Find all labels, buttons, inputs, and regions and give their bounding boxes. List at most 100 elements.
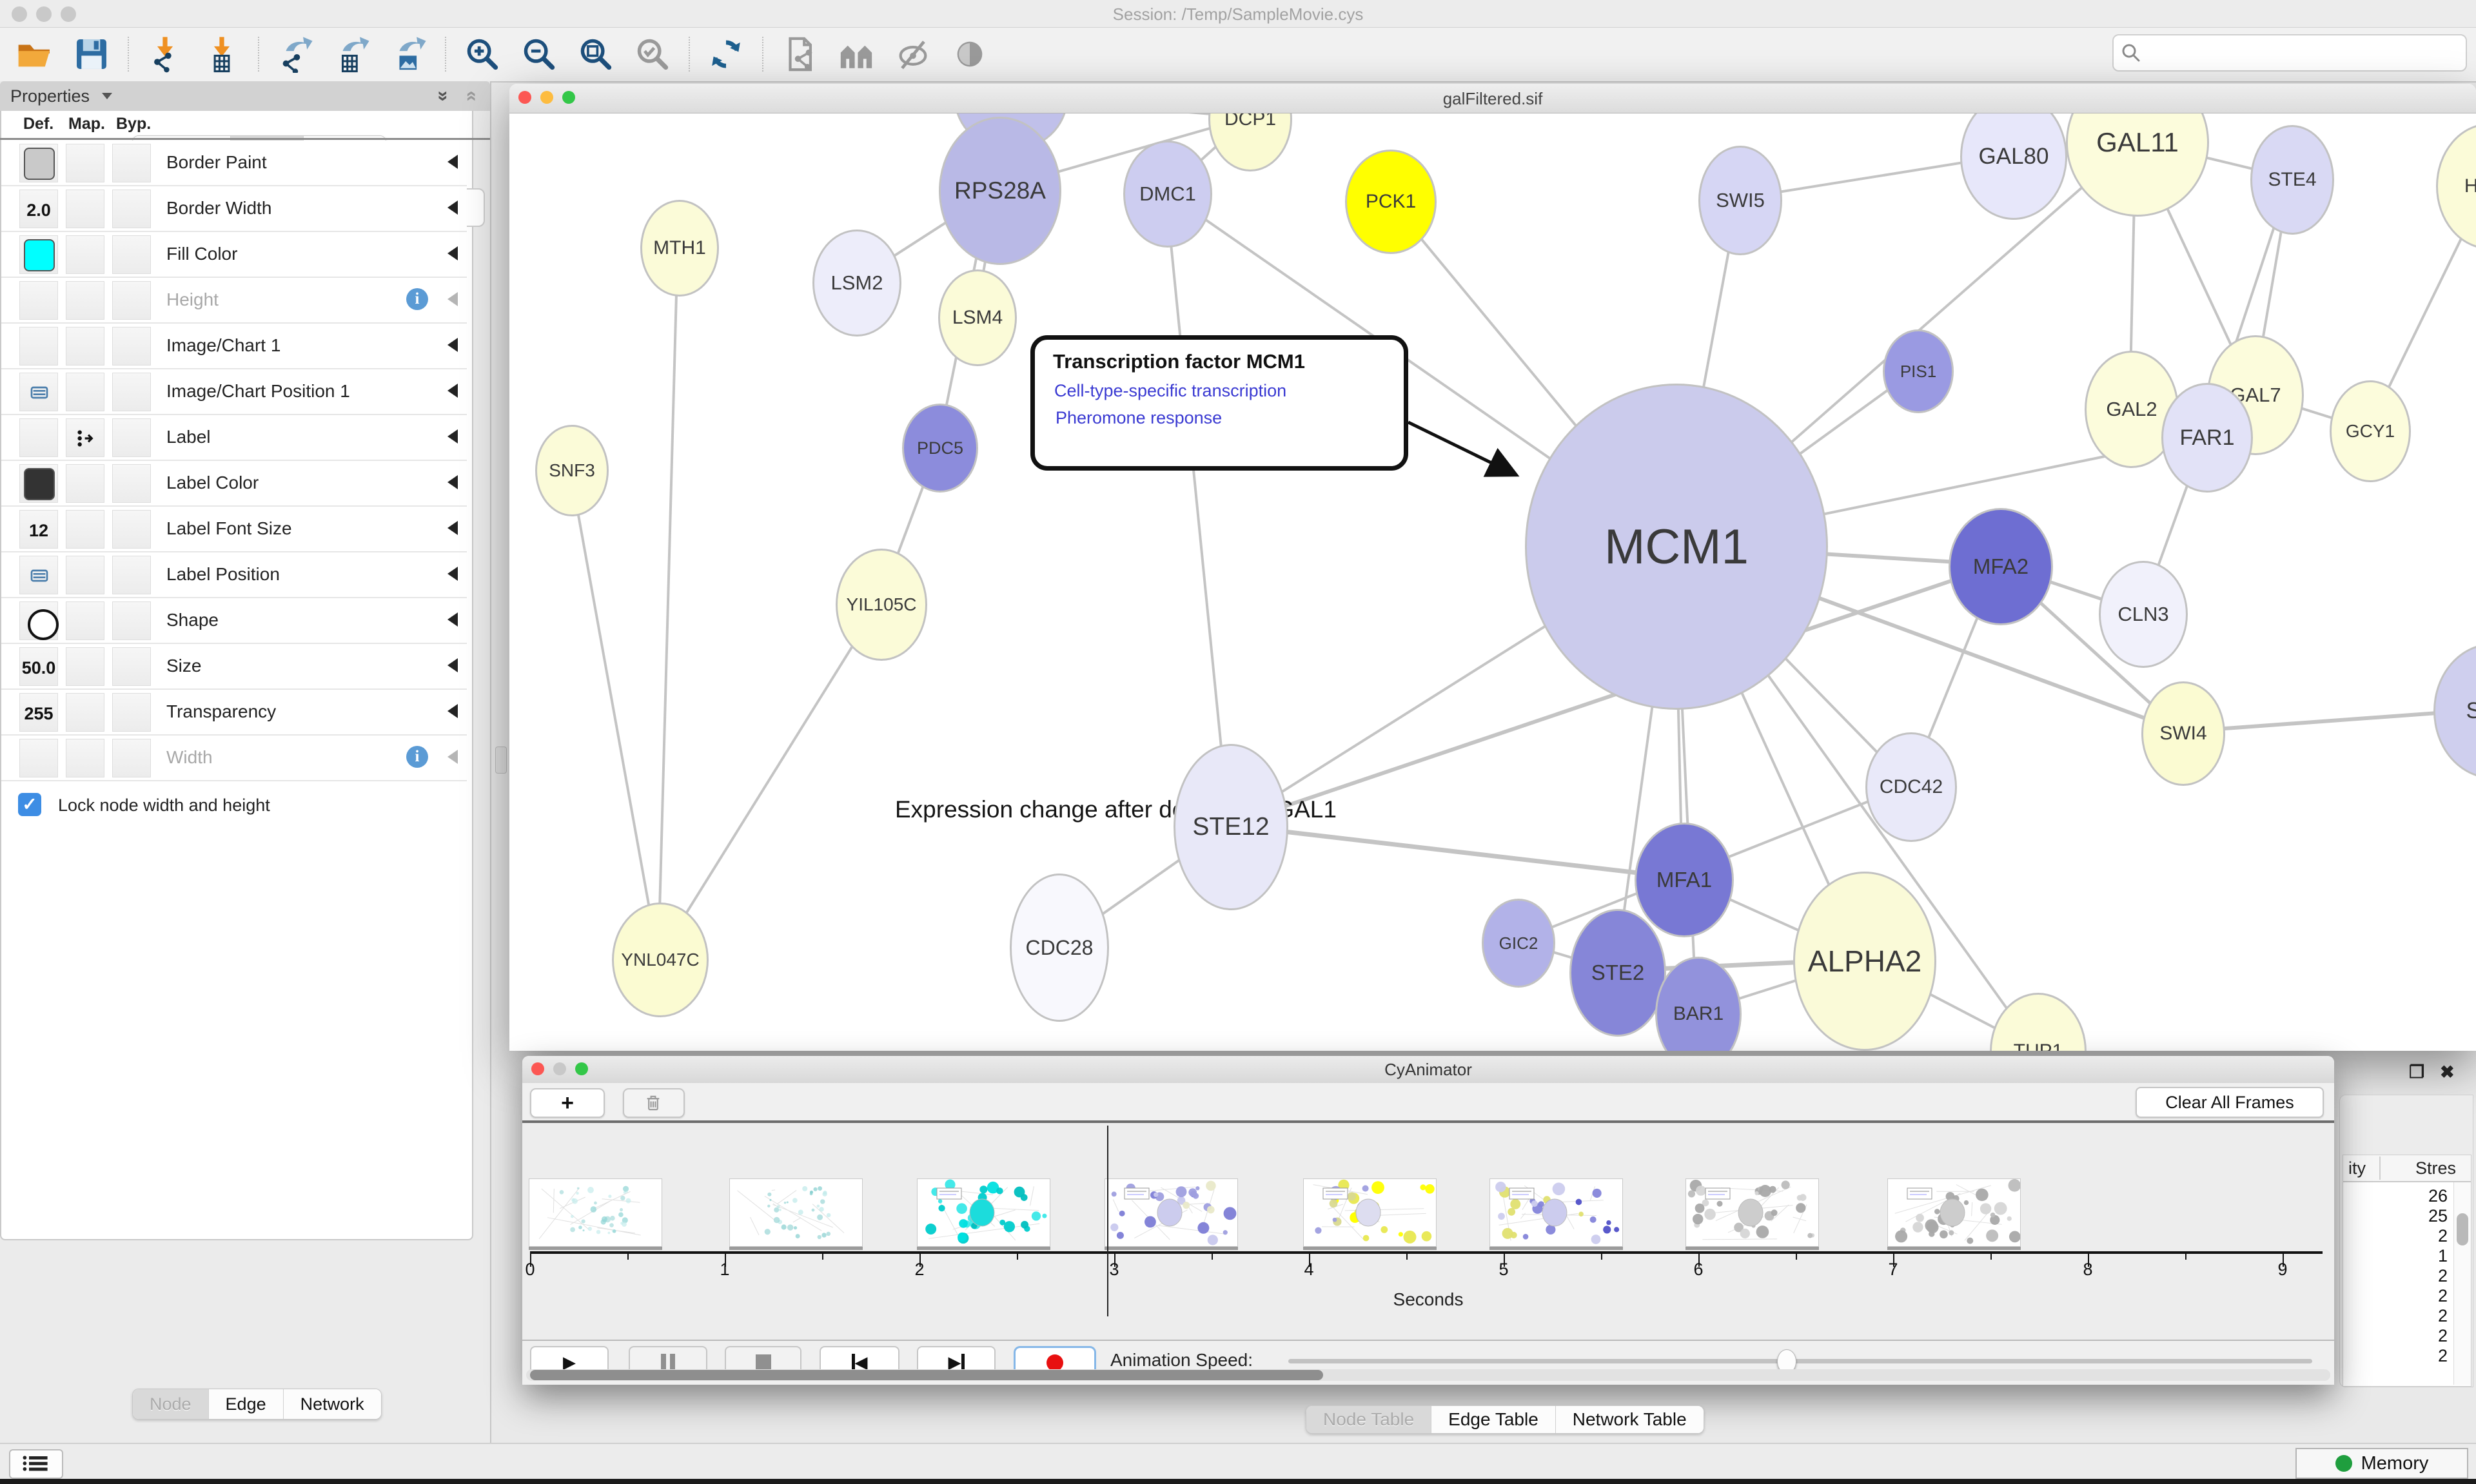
network-node-cdc42[interactable]: CDC42 [1865,732,1957,842]
expand-property-icon[interactable] [447,246,458,260]
network-node-yil105c[interactable]: YIL105C [836,549,927,661]
zoom-out-icon[interactable] [518,35,560,73]
network-node-lsm2[interactable]: LSM2 [812,229,901,337]
network-node-mth1[interactable]: MTH1 [640,200,719,297]
network-node-mfa2[interactable]: MFA2 [1949,508,2053,625]
float-table-panel-icon[interactable]: ❐ [2409,1062,2424,1082]
hide-graphics-icon[interactable] [892,35,934,73]
column-ity[interactable]: ity [2348,1158,2366,1178]
info-icon[interactable]: i [406,746,428,768]
zoom-fit-icon[interactable] [575,35,616,73]
network-node-snf3[interactable]: SNF3 [535,425,609,516]
default-value-swatch[interactable] [24,148,55,180]
save-session-icon[interactable] [71,35,112,73]
table-cell-value[interactable]: 2 [2370,1326,2448,1346]
table-cell-value[interactable]: 2 [2370,1346,2448,1366]
table-cell-value[interactable]: 2 [2370,1266,2448,1286]
expand-property-icon[interactable] [447,429,458,444]
frame-thumbnail-8[interactable] [1887,1178,2021,1247]
network-node-gic2[interactable]: GIC2 [1482,899,1555,988]
network-node-far1[interactable]: FAR1 [2161,383,2253,493]
search-box[interactable] [2112,34,2467,72]
expand-property-icon[interactable] [447,200,458,215]
column-stress[interactable]: Stres [2415,1158,2456,1178]
default-value[interactable]: 255 [20,704,57,724]
style-property-row-image-chart-1[interactable]: Image/Chart 1 [1,324,467,369]
style-property-row-label-font-size[interactable]: 12Label Font Size [1,507,467,552]
cyanimator-title-bar[interactable]: CyAnimator [522,1056,2334,1084]
collapse-all-icon[interactable]: » [460,91,482,102]
network-node-rps28a[interactable]: RPS28A [939,117,1061,265]
frame-thumbnail-7[interactable] [1685,1178,1819,1247]
network-node-lsm4[interactable]: LSM4 [938,269,1017,366]
export-image-icon[interactable] [388,35,429,73]
expand-property-icon[interactable] [447,338,458,352]
export-network-icon[interactable] [275,35,316,73]
style-property-row-label[interactable]: Label [1,415,467,461]
expand-property-icon[interactable] [447,475,458,489]
open-session-folder-icon[interactable] [14,35,55,73]
default-value[interactable]: 12 [20,521,57,541]
style-property-row-transparency[interactable]: 255Transparency [1,690,467,736]
expand-property-icon[interactable] [447,567,458,581]
overview-houses-icon[interactable] [836,35,877,73]
expand-property-icon[interactable] [447,612,458,627]
frame-thumbnail-2[interactable] [729,1178,863,1247]
default-value[interactable]: 50.0 [20,658,57,678]
tab-network-bottom[interactable]: Network [283,1389,381,1419]
timeline-playhead[interactable] [1107,1126,1108,1316]
position-icon[interactable] [29,565,50,586]
network-node-ste12[interactable]: STE12 [1174,744,1288,910]
table-scrollbar[interactable] [2453,1182,2471,1385]
style-property-row-border-paint[interactable]: Border Paint [1,141,467,186]
expand-property-icon[interactable] [447,704,458,718]
zoom-selected-icon[interactable] [632,35,673,73]
style-property-row-fill-color[interactable]: Fill Color [1,232,467,278]
style-property-row-height[interactable]: Heighti [1,278,467,324]
frame-thumbnail-6[interactable] [1489,1178,1623,1247]
timeline-scrollbar[interactable] [526,1369,2330,1381]
network-canvas[interactable]: Expression change after deletion of GAL1… [509,113,2476,1051]
tab-network-table[interactable]: Network Table [1555,1406,1704,1433]
table-cell-value[interactable]: 26 [2370,1186,2448,1206]
network-node-pis1[interactable]: PIS1 [1883,329,1954,413]
animation-speed-slider[interactable] [1288,1359,2312,1363]
default-value-swatch[interactable] [24,239,55,271]
panel-splitter-handle[interactable] [495,747,507,774]
search-input[interactable] [2147,38,2459,66]
position-icon[interactable] [29,382,50,403]
tab-node[interactable]: Node [133,1389,208,1419]
expand-property-icon[interactable] [447,750,458,764]
annotation-link-1[interactable]: Cell-type-specific transcription [1054,381,1286,401]
expand-property-icon[interactable] [447,292,458,306]
default-value[interactable]: 2.0 [20,200,57,220]
task-history-button[interactable] [9,1449,63,1479]
memory-button[interactable]: Memory [2295,1448,2468,1479]
zoom-in-icon[interactable] [462,35,503,73]
expand-property-icon[interactable] [447,155,458,169]
network-node-ste2[interactable]: STE2 [1569,909,1666,1037]
network-node-mcm1[interactable]: MCM1 [1525,384,1828,710]
table-cell-value[interactable]: 2 [2370,1226,2448,1246]
network-node-mfa1[interactable]: MFA1 [1635,823,1734,937]
network-node-swi5[interactable]: SWI5 [1698,146,1782,255]
network-node-gcy1[interactable]: GCY1 [2330,380,2411,482]
tab-edge-table[interactable]: Edge Table [1431,1406,1555,1433]
export-table-icon[interactable] [331,35,373,73]
clear-all-frames-button[interactable]: Clear All Frames [2136,1087,2324,1118]
lock-size-checkbox[interactable]: ✓ [18,793,41,816]
network-node-cdc28[interactable]: CDC28 [1010,874,1109,1022]
style-property-row-width[interactable]: Widthi [1,736,467,781]
network-node-cln3[interactable]: CLN3 [2099,561,2188,668]
frame-thumbnail-1[interactable] [529,1178,662,1247]
network-node-swi4[interactable]: SWI4 [2141,681,2225,786]
import-table-icon[interactable] [201,35,242,73]
network-node-ste4[interactable]: STE4 [2250,125,2334,235]
table-cell-value[interactable]: 1 [2370,1246,2448,1266]
expand-property-icon[interactable] [447,658,458,672]
network-node-dmc1[interactable]: DMC1 [1123,141,1212,248]
expand-all-icon[interactable]: » [433,91,455,102]
snapshot-page-icon[interactable] [779,35,820,73]
style-property-row-size[interactable]: 50.0Size [1,644,467,690]
properties-header[interactable]: Properties » » [0,81,490,111]
